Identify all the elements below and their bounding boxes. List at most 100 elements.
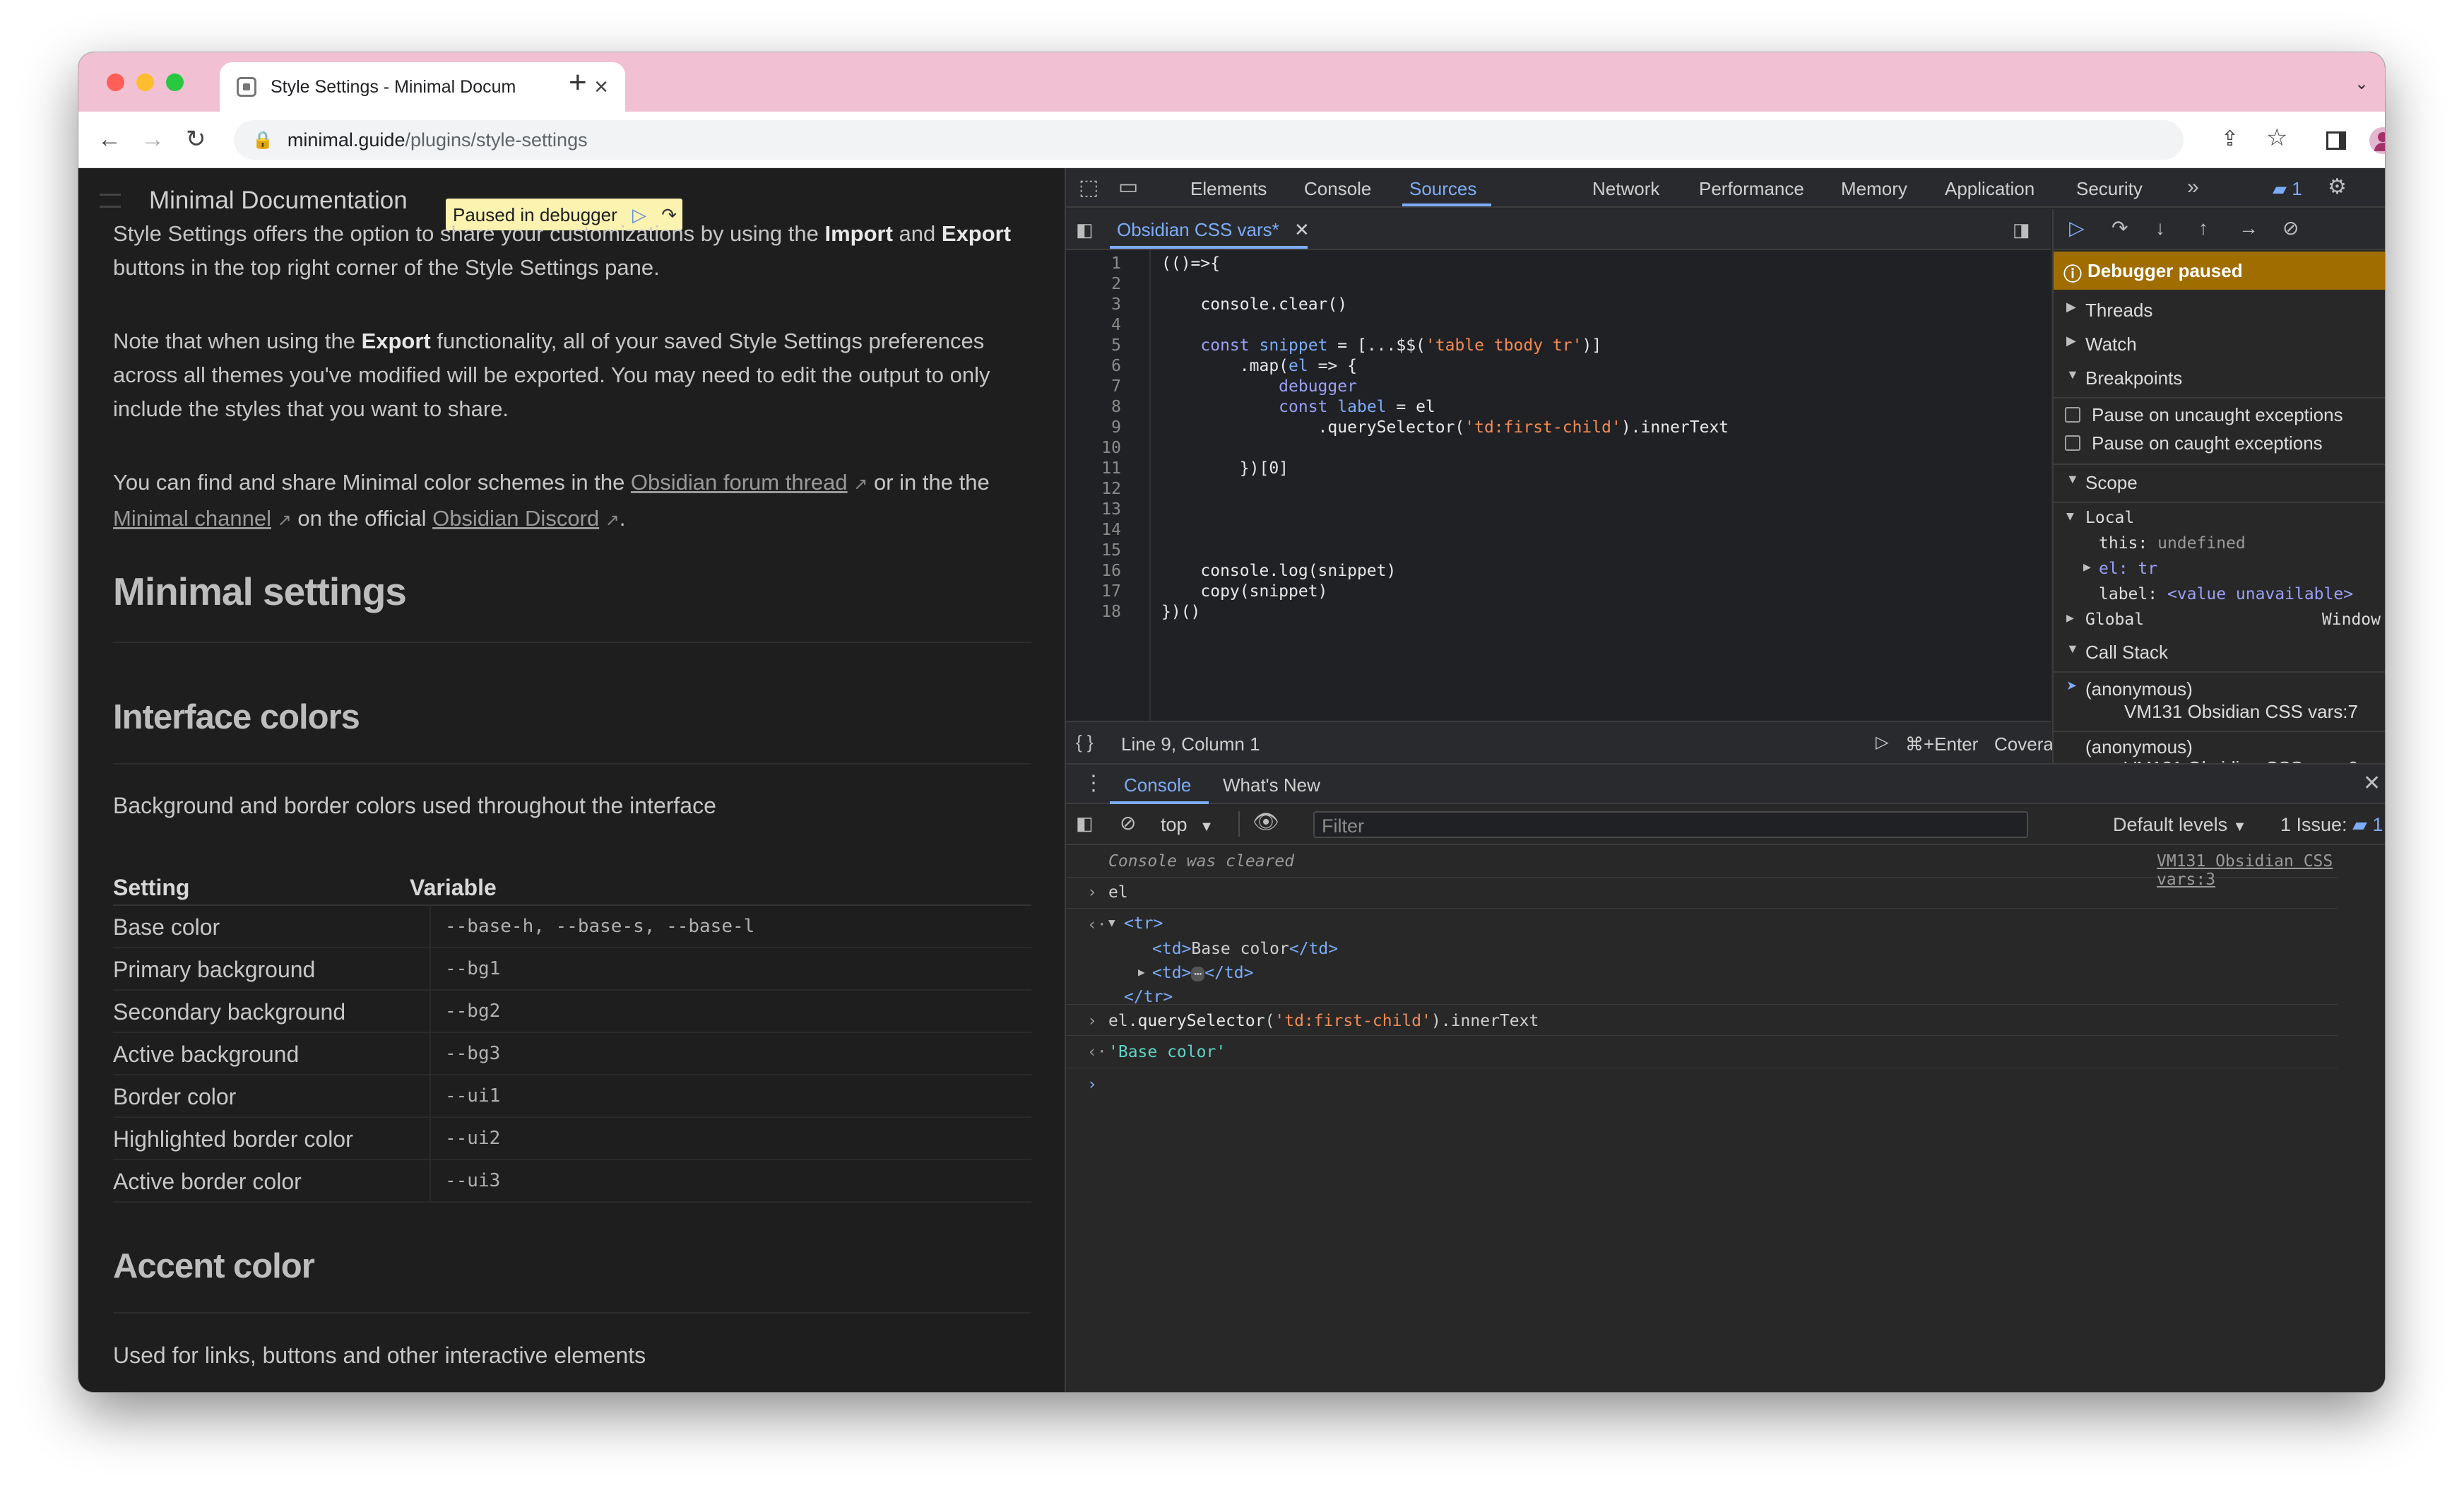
inspect-element-icon[interactable]: ⬚ [1079,177,1098,199]
expand-triangle-icon[interactable]: ▶ [1138,965,1145,979]
collapse-triangle-icon[interactable]: ▼ [1108,916,1115,929]
bookmark-star-icon[interactable]: ☆ [2266,126,2287,150]
table-row: Border color --ui1 [113,1075,1031,1118]
tab-search-chevron-icon[interactable]: ⌄ [2355,73,2369,94]
toggle-debugger-sidebar-icon[interactable]: ◨ [2013,219,2030,240]
code-line: debugger [1279,377,1357,396]
tab-memory[interactable]: Memory [1841,178,1907,200]
profile-avatar[interactable] [2369,127,2385,154]
expand-triangle-icon: ▶ [2066,300,2076,314]
console-toolbar: ◧ ⊘ top ▼ 👁 Filter Default levels ▼ 1 Is… [1066,804,2385,845]
tab-elements[interactable]: Elements [1190,178,1267,200]
code-line: .querySelector('td:first-child').innerTe… [1161,418,1729,437]
drawer-tab-console[interactable]: Console [1124,774,1191,796]
clear-console-icon[interactable]: ⊘ [1120,813,1136,834]
table-row: Base color --base-h, --base-s, --base-l [113,906,1031,948]
url-path: /plugins/style-settings [405,129,588,151]
drawer-menu-icon[interactable]: ⋮ [1083,773,1104,794]
new-tab-button[interactable]: + [569,65,587,100]
drawer-tabbar: ⋮ Console What's New ✕ [1066,763,2385,804]
step-out-icon[interactable]: ↑ [2198,218,2208,239]
line-gutter[interactable]: 1 2 3 4 5 6 7 8 9 10 11 12 13 14 15 16 1… [1066,250,1151,721]
tab-network[interactable]: Network [1592,178,1659,200]
deactivate-breakpoints-icon[interactable]: ⊘ [2282,218,2299,239]
tab-security[interactable]: Security [2076,178,2143,200]
run-snippet-icon[interactable]: ▷ [1876,732,1888,753]
side-panel-icon[interactable] [2326,131,2346,150]
live-expression-eye-icon[interactable]: 👁 [1252,812,1279,833]
pause-uncaught-label: Pause on uncaught exceptions [2092,404,2343,425]
share-icon[interactable]: ⇪ [2221,127,2239,151]
tab-title: Style Settings - Minimal Docum [271,76,516,97]
obsidian-discord-link[interactable]: Obsidian Discord [432,506,599,531]
console-message: Console was cleared VM131 Obsidian CSS v… [1066,845,2338,889]
active-tab-underline [1402,204,1491,206]
issues-counter[interactable]: 1 Issue: ▰ 1 [2280,814,2383,836]
breakpoints-section[interactable]: ▼ Breakpoints [2054,367,2385,389]
call-frame-active[interactable]: ➤ (anonymous) [2054,678,2385,700]
divider [113,1312,1031,1314]
settings-gear-icon[interactable]: ⚙ [2328,177,2347,198]
default-levels-dropdown[interactable]: Default levels ▼ [2113,814,2246,836]
global-scope[interactable]: ▶ Global Window [2054,611,2385,629]
device-toolbar-icon[interactable]: ▭ [1118,177,1138,198]
context-selector[interactable]: top ▼ [1161,814,1214,836]
paragraph-share: You can find and share Minimal color sch… [113,470,990,531]
close-window-button[interactable] [107,73,124,91]
tab-sources[interactable]: Sources [1409,178,1476,200]
forward-icon[interactable]: → [141,127,165,151]
scope-section[interactable]: ▼ Scope [2054,472,2385,494]
ellipsis-icon[interactable]: ⋯ [1191,967,1205,981]
devtools-tabbar: ⬚ ▭ Elements Console Sources Network Per… [1066,168,2385,208]
call-frame[interactable]: (anonymous) [2054,736,2385,758]
reload-icon[interactable]: ↻ [186,127,206,151]
menu-icon[interactable] [100,194,121,208]
address-bar[interactable]: 🔒 minimal.guide/plugins/style-settings [234,120,2184,160]
console-output[interactable]: Console was cleared VM131 Obsidian CSS v… [1066,845,2385,1392]
browser-window: Style Settings - Minimal Docum × + ⌄ ← →… [78,52,2385,1392]
obsidian-forum-link[interactable]: Obsidian forum thread [631,470,848,495]
close-tab-icon[interactable]: × [594,73,608,101]
console-filter-input[interactable]: Filter [1313,811,2028,838]
pause-caught-label: Pause on caught exceptions [2092,432,2323,454]
resume-execution-icon[interactable]: ▷ [2069,218,2085,239]
more-tabs-icon[interactable]: » [2187,177,2199,198]
paragraph-export-note: Note that when using the Export function… [113,329,990,421]
console-input-line: › el [1066,878,2338,909]
step-icon[interactable]: → [2239,218,2258,239]
drawer-tab-whats-new[interactable]: What's New [1223,774,1320,796]
tab-application[interactable]: Application [1945,178,2034,200]
call-stack-section[interactable]: ▼ Call Stack [2054,642,2385,664]
code-line: })() [1161,603,1201,621]
back-icon[interactable]: ← [97,127,122,151]
scope-var-el[interactable]: ▶ el: tr [2054,560,2385,578]
heading-accent-color: Accent color [113,1247,315,1285]
pretty-print-icon[interactable]: { } [1076,731,1094,753]
tab-console[interactable]: Console [1304,178,1371,200]
step-over-icon[interactable]: ↷ [2111,218,2128,239]
collapse-triangle-icon: ▼ [2066,472,2079,486]
close-file-icon[interactable]: ✕ [1294,219,1310,240]
zoom-window-button[interactable] [166,73,184,91]
close-drawer-icon[interactable]: ✕ [2363,773,2381,794]
console-result-line: ‹· ▼ <tr> <td>Base color</td> ▶ <td> ⋯ </t… [1066,909,2338,1006]
heading-interface-colors: Interface colors [113,698,360,736]
step-into-icon[interactable]: ↓ [2155,218,2165,239]
browser-tab[interactable]: Style Settings - Minimal Docum × [220,62,625,112]
file-tab[interactable]: Obsidian CSS vars* ✕ [1117,219,1310,241]
code-editor[interactable]: 1 2 3 4 5 6 7 8 9 10 11 12 13 14 15 16 1… [1066,250,2051,721]
tab-performance[interactable]: Performance [1699,178,1804,200]
site-title[interactable]: Minimal Documentation [149,187,408,215]
debugger-toolbar: ▷ ↷ ↓ ↑ → ⊘ [2054,209,2385,250]
console-prompt[interactable]: › [1087,1075,1097,1094]
console-sidebar-icon[interactable]: ◧ [1076,813,1094,834]
local-scope[interactable]: ▼ Local [2054,509,2385,527]
toggle-navigator-icon[interactable]: ◧ [1076,219,1094,240]
message-icon: ▰ [2273,178,2287,199]
watch-section[interactable]: ▶ Watch [2054,334,2385,355]
call-frame-location: VM131 Obsidian CSS vars:6 [2054,757,2385,763]
issues-badge[interactable]: ▰ 1 [2273,178,2302,200]
threads-section[interactable]: ▶ Threads [2054,300,2385,322]
minimize-window-button[interactable] [136,73,154,91]
minimal-channel-link[interactable]: Minimal channel [113,506,271,531]
